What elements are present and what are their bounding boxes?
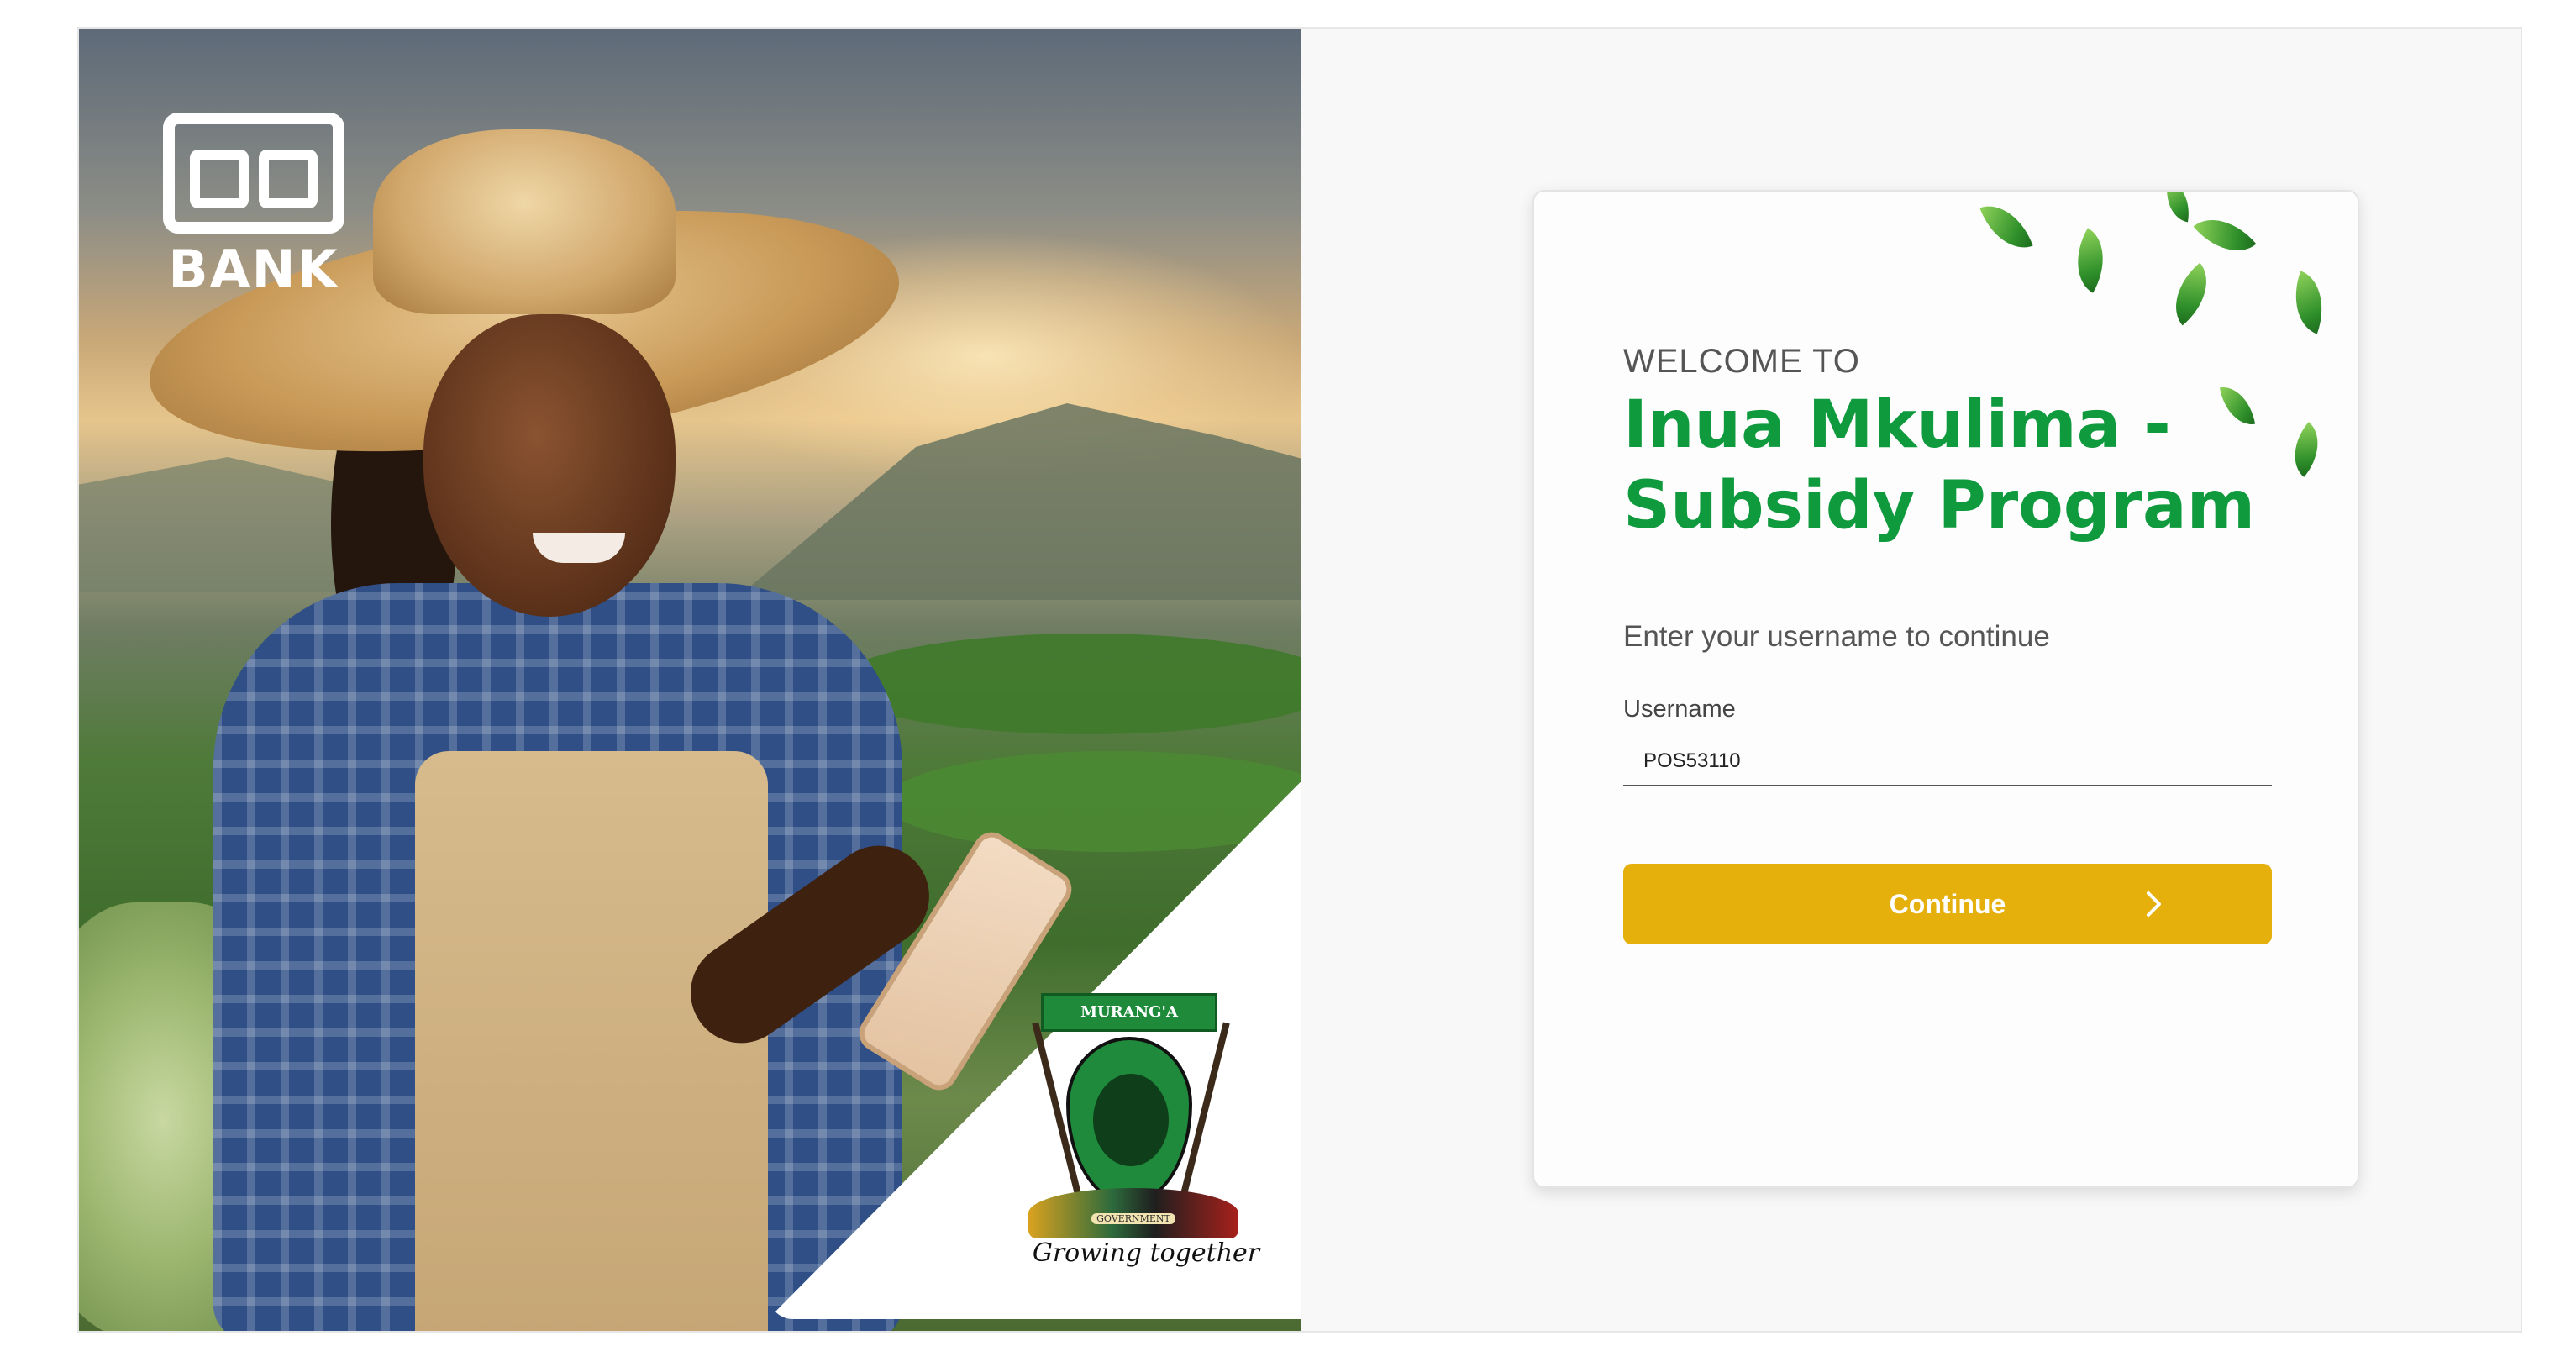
- leaf-icon: [2282, 271, 2336, 334]
- crest-motto: Growing together: [1032, 1238, 1260, 1268]
- crest-ribbon: GOVERNMENT: [1091, 1213, 1175, 1224]
- login-card: WELCOME TO Inua Mkulima - Subsidy Progra…: [1532, 190, 2359, 1188]
- face: [423, 314, 676, 617]
- logo-ring: [259, 150, 318, 208]
- welcome-text: WELCOME TO: [1623, 343, 1860, 380]
- leaf-icon: [2161, 192, 2195, 223]
- login-page: BANK MURANG'A COUNTY GOVERNMENT Growing …: [77, 27, 2522, 1333]
- shield-emblem: [1093, 1074, 1169, 1166]
- page-title: Inua Mkulima - Subsidy Program: [1623, 387, 2255, 544]
- continue-label: Continue: [1889, 889, 2006, 919]
- apron: [415, 751, 768, 1331]
- straw-hat-crown: [373, 129, 676, 314]
- logo-ring: [190, 150, 249, 208]
- username-label: Username: [1623, 696, 1736, 723]
- instruction-text: Enter your username to continue: [1623, 620, 2050, 653]
- hero-image: BANK MURANG'A COUNTY GOVERNMENT Growing …: [79, 29, 1301, 1331]
- crest-base: GOVERNMENT: [1028, 1188, 1238, 1238]
- chevron-right-icon: [2147, 891, 2161, 917]
- username-input[interactable]: [1623, 738, 2272, 786]
- leaf-icon: [2279, 422, 2333, 477]
- leaf-icon: [2193, 202, 2257, 268]
- leaf-icon: [2060, 228, 2121, 293]
- leaf-icon: [2158, 262, 2224, 326]
- bank-logo: BANK: [163, 113, 344, 306]
- shield-icon: [1066, 1037, 1192, 1205]
- county-crest: MURANG'A COUNTY GOVERNMENT Growing toget…: [1020, 986, 1272, 1268]
- leaf-icon: [1979, 195, 2033, 259]
- logo-frame: [163, 113, 344, 234]
- crest-banner: MURANG'A COUNTY: [1041, 993, 1217, 1054]
- logo-text: BANK: [168, 239, 339, 300]
- continue-button[interactable]: Continue: [1623, 864, 2272, 944]
